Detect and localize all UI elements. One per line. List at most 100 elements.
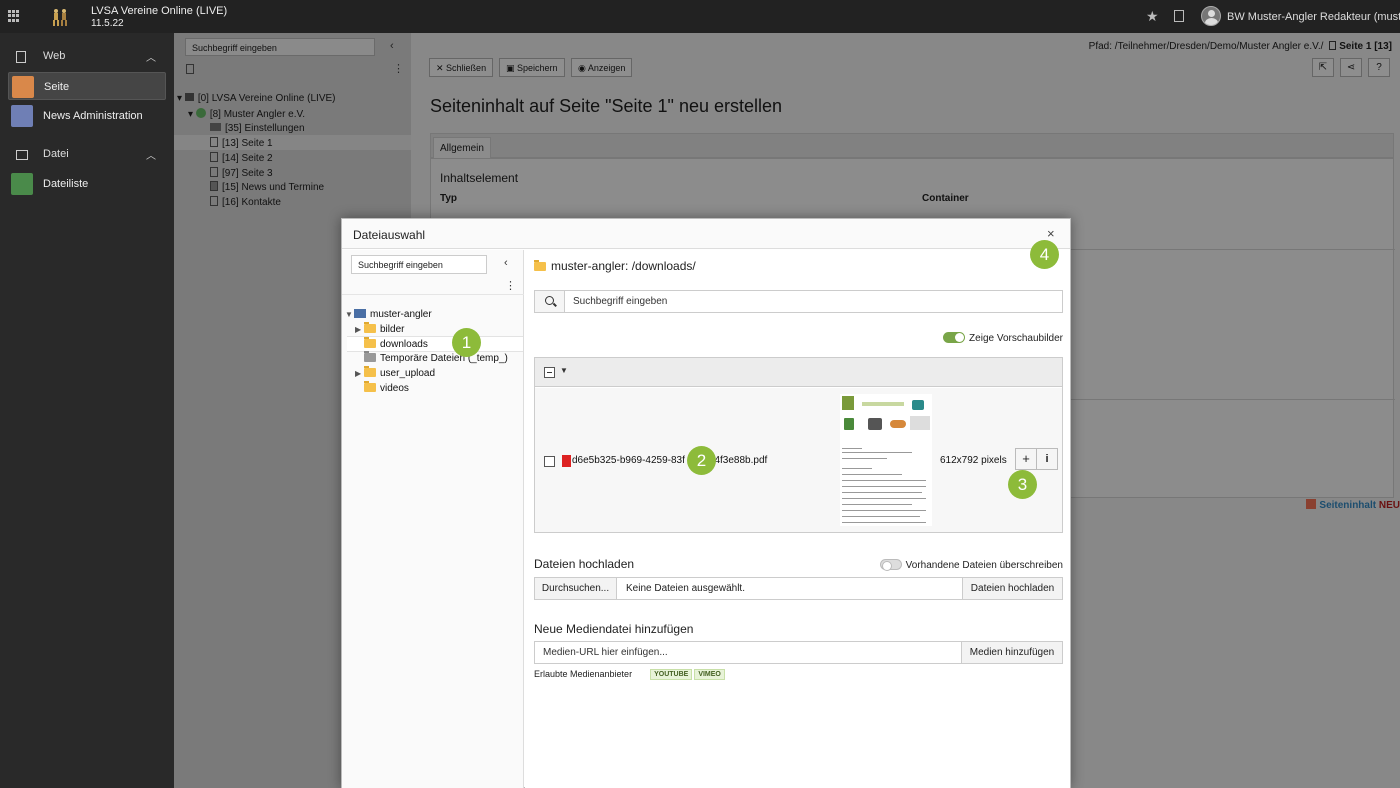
open-new-window-icon[interactable]: ⇱ bbox=[1312, 58, 1334, 77]
username[interactable]: BW Muster-Angler Redakteur (muster-... bbox=[1227, 11, 1400, 23]
page-icon bbox=[210, 137, 218, 147]
select-all-checkbox[interactable] bbox=[544, 367, 555, 378]
filelist-module-icon bbox=[11, 173, 33, 195]
selected-file-text: Keine Dateien ausgewählt. bbox=[626, 583, 745, 594]
tree-item[interactable]: [16] Kontakte bbox=[210, 196, 281, 208]
folder-tree-item[interactable]: videos bbox=[364, 381, 409, 397]
tree-item[interactable]: [15] News und Termine bbox=[210, 181, 324, 193]
folder-icon bbox=[364, 381, 376, 392]
more-options-icon[interactable]: ⋮ bbox=[505, 279, 516, 292]
page-tree-search-input[interactable]: Suchbegriff eingeben bbox=[185, 38, 375, 56]
toggle-switch-on[interactable] bbox=[943, 332, 966, 343]
file-selection-modal: Dateiauswahl × Suchbegriff eingeben ‹ ⋮ … bbox=[341, 218, 1071, 788]
pdf-icon bbox=[562, 455, 571, 467]
divider bbox=[342, 294, 524, 295]
page-icon bbox=[210, 152, 218, 162]
close-button[interactable]: ✕ Schließen bbox=[429, 58, 494, 77]
bookmark-star-icon[interactable]: ★ bbox=[1146, 8, 1159, 25]
folder-icon bbox=[210, 123, 221, 131]
tree-item-selected[interactable]: [13] Seite 1 bbox=[174, 135, 411, 150]
file-name[interactable]: d6e5b325-b969-4259-83f a4f3e88b.pdf bbox=[572, 455, 767, 466]
module-menu: Web ︿ Seite News Administration Datei ︿ … bbox=[0, 33, 174, 788]
media-row: Medien-URL hier einfügen... Medien hinzu… bbox=[534, 641, 1063, 664]
page-icon bbox=[210, 167, 218, 177]
type-label: Typ bbox=[440, 193, 458, 204]
add-media-button[interactable]: Medien hinzufügen bbox=[961, 642, 1062, 663]
tree-item[interactable]: ▾ [8] Muster Angler e.V. bbox=[188, 108, 305, 120]
user-avatar[interactable] bbox=[1201, 6, 1221, 26]
show-thumbnails-toggle[interactable]: Zeige Vorschaubilder bbox=[943, 332, 1063, 344]
module-group-label: Web bbox=[43, 50, 66, 62]
media-heading: Neue Mediendatei hinzufügen bbox=[534, 622, 694, 636]
open-documents-icon[interactable] bbox=[1174, 10, 1184, 22]
page-icon bbox=[1329, 41, 1337, 50]
step-marker-4: 4 bbox=[1030, 240, 1059, 269]
tree-item[interactable]: [14] Seite 2 bbox=[210, 152, 273, 164]
new-page-icon[interactable] bbox=[186, 64, 194, 74]
overwrite-toggle[interactable]: Vorhandene Dateien überschreiben bbox=[879, 559, 1063, 571]
folder-icon bbox=[364, 366, 376, 377]
file-search: Suchbegriff eingeben bbox=[534, 290, 1063, 313]
provider-badge: YOUTUBE bbox=[650, 669, 693, 680]
collapse-tree-icon[interactable]: ‹ bbox=[390, 40, 394, 52]
module-group-web[interactable]: Web ︿ bbox=[0, 46, 174, 68]
file-search-input[interactable]: Suchbegriff eingeben bbox=[573, 296, 667, 307]
site-logo[interactable] bbox=[50, 8, 70, 26]
folder-tree-item[interactable]: ▶ user_upload bbox=[355, 366, 435, 382]
folder-search-input[interactable]: Suchbegriff eingeben bbox=[351, 255, 487, 274]
module-item-dateiliste[interactable]: Dateiliste bbox=[8, 170, 166, 198]
collapse-tree-icon[interactable]: ‹ bbox=[504, 257, 508, 269]
add-file-button[interactable]: + bbox=[1015, 448, 1037, 470]
provider-badge: VIMEO bbox=[694, 669, 725, 680]
module-item-seite[interactable]: Seite bbox=[8, 72, 166, 100]
module-item-news-administration[interactable]: News Administration bbox=[8, 102, 166, 130]
upload-button[interactable]: Dateien hochladen bbox=[962, 578, 1062, 599]
file-info-button[interactable]: i bbox=[1036, 448, 1058, 470]
file-dimensions: 612x792 pixels bbox=[940, 455, 1007, 466]
temp-folder-icon bbox=[364, 351, 376, 362]
file-list: ▼ d6e5b325-b969-4259-83f a4f3e88b.pdf 61… bbox=[534, 357, 1063, 533]
tab-allgemein[interactable]: Allgemein bbox=[433, 137, 491, 159]
view-button[interactable]: ◉ Anzeigen bbox=[571, 58, 633, 77]
site-version: 11.5.22 bbox=[91, 18, 124, 29]
collapsed-arrow-icon: ▶ bbox=[355, 325, 362, 334]
current-path: muster-angler: /downloads/ bbox=[534, 259, 696, 273]
module-item-label: Seite bbox=[44, 81, 70, 93]
share-icon[interactable]: ⋖ bbox=[1340, 58, 1362, 77]
content-new-indicator: Seiteninhalt NEU bbox=[1306, 499, 1400, 511]
help-icon[interactable]: ? bbox=[1368, 58, 1390, 77]
modal-close-icon[interactable]: × bbox=[1047, 226, 1055, 241]
save-button[interactable]: ▣ Speichern bbox=[499, 58, 565, 77]
storage-icon bbox=[354, 309, 366, 318]
image-group-icon bbox=[16, 150, 28, 160]
module-item-label: Dateiliste bbox=[43, 178, 89, 190]
site-name: LVSA Vereine Online (LIVE) bbox=[91, 5, 228, 17]
app-grid-icon[interactable] bbox=[8, 10, 20, 22]
doc-toolbar: ✕ Schließen ▣ Speichern ◉ Anzeigen ⇱ ⋖ ? bbox=[411, 54, 1400, 81]
tree-item[interactable]: [97] Seite 3 bbox=[210, 167, 273, 179]
file-thumbnail[interactable] bbox=[840, 394, 932, 526]
step-marker-2: 2 bbox=[687, 446, 716, 475]
toggle-switch-off[interactable] bbox=[879, 559, 902, 571]
modal-header: Dateiauswahl × bbox=[342, 219, 1070, 249]
file-checkbox[interactable] bbox=[544, 456, 555, 467]
folder-icon bbox=[364, 322, 376, 333]
container-label: Container bbox=[922, 193, 969, 204]
collapsed-arrow-icon: ▶ bbox=[355, 369, 362, 378]
tree-item[interactable]: ▾ [0] LVSA Vereine Online (LIVE) bbox=[177, 93, 335, 104]
browse-button[interactable]: Durchsuchen... bbox=[535, 578, 617, 599]
folder-tree-item[interactable]: Temporäre Dateien (_temp_) bbox=[364, 351, 508, 367]
search-button[interactable] bbox=[535, 291, 565, 312]
file-browser-panel: muster-angler: /downloads/ Suchbegriff e… bbox=[525, 250, 1070, 788]
folder-tree-item-selected[interactable]: downloads bbox=[347, 336, 523, 352]
search-icon bbox=[545, 296, 554, 305]
upload-heading: Dateien hochladen bbox=[534, 557, 635, 571]
step-marker-1: 1 bbox=[452, 328, 481, 357]
module-group-datei[interactable]: Datei ︿ bbox=[0, 144, 174, 166]
more-options-icon[interactable]: ⋮ bbox=[393, 62, 404, 75]
media-url-input[interactable]: Medien-URL hier einfügen... bbox=[543, 647, 668, 658]
step-marker-3: 3 bbox=[1008, 470, 1037, 499]
caret-down-icon[interactable]: ▼ bbox=[560, 366, 568, 375]
folder-tree-root[interactable]: ▼ muster-angler bbox=[345, 309, 432, 323]
tree-item[interactable]: [35] Einstellungen bbox=[210, 123, 305, 134]
